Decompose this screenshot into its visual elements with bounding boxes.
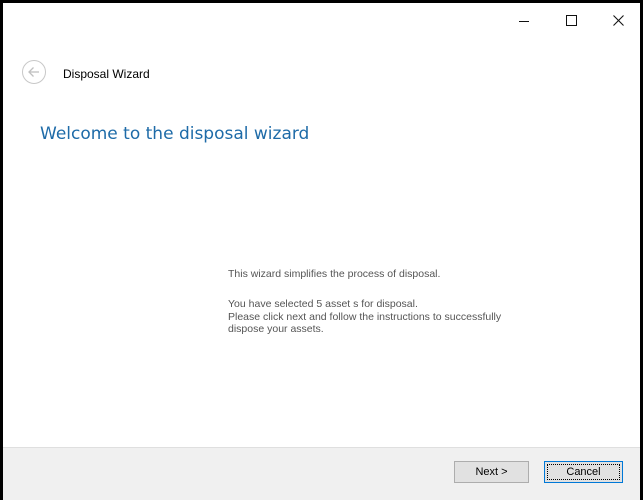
close-icon (612, 14, 624, 26)
wizard-title: Disposal Wizard (63, 67, 150, 81)
close-button[interactable] (595, 3, 641, 37)
instruction-text-line-1: Please click next and follow the instruc… (228, 311, 502, 323)
next-button[interactable]: Next > (454, 461, 529, 483)
cancel-button-label: Cancel (566, 466, 601, 478)
selection-text: You have selected 5 asset s for disposal… (228, 298, 418, 310)
cancel-button[interactable]: Cancel (544, 461, 623, 483)
page-heading: Welcome to the disposal wizard (40, 124, 310, 144)
title-bar (3, 3, 640, 37)
instruction-text-line-2: dispose your assets. (228, 323, 324, 335)
back-button[interactable] (22, 60, 46, 84)
maximize-button[interactable] (548, 3, 594, 37)
wizard-footer: Next > Cancel (3, 447, 640, 500)
disposal-wizard-window: Disposal Wizard Welcome to the disposal … (0, 0, 643, 500)
minimize-button[interactable] (501, 3, 547, 37)
back-arrow-icon (28, 67, 39, 77)
intro-text: This wizard simplifies the process of di… (228, 268, 441, 280)
maximize-icon (565, 14, 577, 26)
next-button-label: Next > (475, 466, 508, 478)
minimize-icon (519, 20, 529, 22)
